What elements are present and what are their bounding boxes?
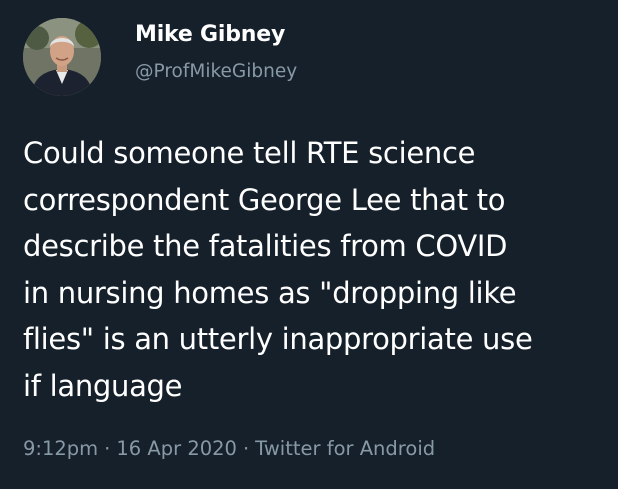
tweet-text-line: correspondent George Lee that to [23, 182, 506, 217]
tweet-metadata: 9:12pm · 16 Apr 2020 · Twitter for Android [23, 437, 435, 460]
tweet-time[interactable]: 9:12pm [23, 437, 98, 460]
tweet-text-line: Could someone tell RTE science [23, 136, 476, 170]
tweet-text: Could someone tell RTE science correspon… [23, 130, 613, 409]
tweet-text-line: describe the fatalities from COVID [23, 229, 508, 263]
author-handle[interactable]: @ProfMikeGibney [135, 61, 297, 82]
tweet-text-line: flies" is an utterly inappropriate use [23, 322, 533, 356]
tweet-text-line: if language [23, 368, 183, 403]
profile-photo-icon [23, 18, 101, 96]
separator: · [242, 437, 250, 460]
tweet-card: Mike Gibney @ProfMikeGibney Could someon… [0, 0, 618, 489]
avatar[interactable] [23, 18, 101, 96]
tweet-source[interactable]: Twitter for Android [255, 437, 435, 460]
tweet-date[interactable]: 16 Apr 2020 [116, 437, 237, 460]
author-name[interactable]: Mike Gibney [135, 22, 285, 47]
tweet-text-line: in nursing homes as "dropping like [23, 275, 517, 310]
separator: · [104, 437, 111, 460]
